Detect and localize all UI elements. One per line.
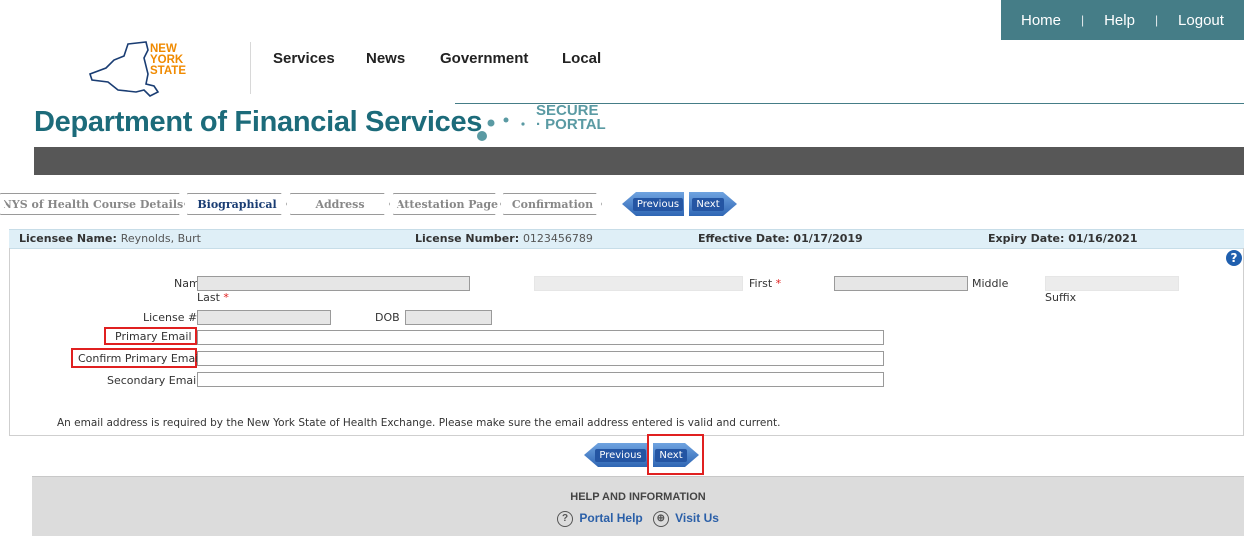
dots-icon	[476, 107, 531, 143]
top-utility-bar: Home | Help | Logout	[1001, 0, 1244, 40]
email-note: An email address is required by the New …	[57, 417, 781, 429]
footer-links: ? Portal Help ⊕ Visit Us	[32, 511, 1244, 527]
tab-address[interactable]: Address	[290, 193, 390, 215]
license-label: License #	[143, 311, 198, 324]
tab-biographical[interactable]: Biographical	[187, 193, 287, 215]
next-label: Next	[692, 198, 723, 211]
help-footer: HELP AND INFORMATION ? Portal Help ⊕ Vis…	[32, 476, 1244, 536]
last-label: Last *	[197, 291, 229, 304]
dark-banner	[34, 147, 1244, 175]
license-number: License Number: 0123456789	[415, 232, 593, 245]
dob-label: DOB	[375, 311, 400, 324]
secondary-email-label: Secondary Email	[107, 374, 200, 387]
licensee-info-bar: Licensee Name: Reynolds, Burt License Nu…	[9, 229, 1244, 249]
visit-us-link[interactable]: Visit Us	[675, 511, 719, 525]
nav-local[interactable]: Local	[562, 50, 601, 67]
primary-email-input[interactable]	[197, 330, 884, 345]
secure-portal-label: SECURE · PORTAL	[536, 102, 606, 133]
next-label: Next	[655, 449, 686, 462]
license-number-input[interactable]	[197, 310, 331, 325]
licensee-name: Licensee Name: Reynolds, Burt	[19, 232, 201, 245]
previous-button-top[interactable]: Previous	[622, 192, 684, 216]
question-circle-icon: ?	[557, 511, 574, 527]
separator: |	[1154, 13, 1159, 27]
tab-confirmation[interactable]: Confirmation	[503, 193, 602, 215]
tab-course-details[interactable]: NYS of Health Course Details	[0, 193, 185, 215]
logout-link[interactable]: Logout	[1178, 12, 1224, 29]
separator: |	[1080, 13, 1085, 27]
nav-services[interactable]: Services	[273, 50, 335, 67]
first-name-input[interactable]	[534, 276, 743, 291]
secondary-email-input[interactable]	[197, 372, 884, 387]
suffix-label: Suffix	[1045, 291, 1077, 304]
previous-button-bottom[interactable]: Previous	[584, 443, 647, 467]
tab-attestation[interactable]: Attestation Page	[393, 193, 501, 215]
help-link[interactable]: Help	[1104, 12, 1135, 29]
nav-news[interactable]: News	[366, 50, 405, 67]
expiry-date: Expiry Date: 01/16/2021	[988, 232, 1138, 245]
home-link[interactable]: Home	[1021, 12, 1061, 29]
help-question-icon[interactable]: ?	[1226, 250, 1242, 266]
primary-email-label: Primary Email *	[115, 330, 201, 343]
previous-label: Previous	[595, 448, 646, 462]
footer-title: HELP AND INFORMATION	[570, 491, 706, 503]
logo-divider	[250, 42, 251, 94]
nys-logo[interactable]: NEW YORK STATE	[88, 40, 200, 98]
confirm-email-input[interactable]	[197, 351, 884, 366]
middle-name-input[interactable]	[834, 276, 968, 291]
next-button-top[interactable]: Next	[689, 192, 737, 216]
suffix-input[interactable]	[1045, 276, 1179, 291]
globe-icon: ⊕	[652, 511, 669, 527]
confirm-email-label: Confirm Primary Email	[78, 352, 202, 365]
first-label: First *	[749, 277, 782, 290]
page-title: Department of Financial Services	[34, 106, 483, 138]
dob-input[interactable]	[405, 310, 492, 325]
effective-date: Effective Date: 01/17/2019	[698, 232, 863, 245]
portal-help-link[interactable]: Portal Help	[579, 511, 642, 525]
last-name-input[interactable]	[197, 276, 470, 291]
nav-government[interactable]: Government	[440, 50, 528, 67]
nys-logo-text: NEW YORK STATE	[150, 43, 186, 77]
previous-label: Previous	[632, 197, 684, 211]
middle-label: Middle	[972, 277, 1009, 290]
